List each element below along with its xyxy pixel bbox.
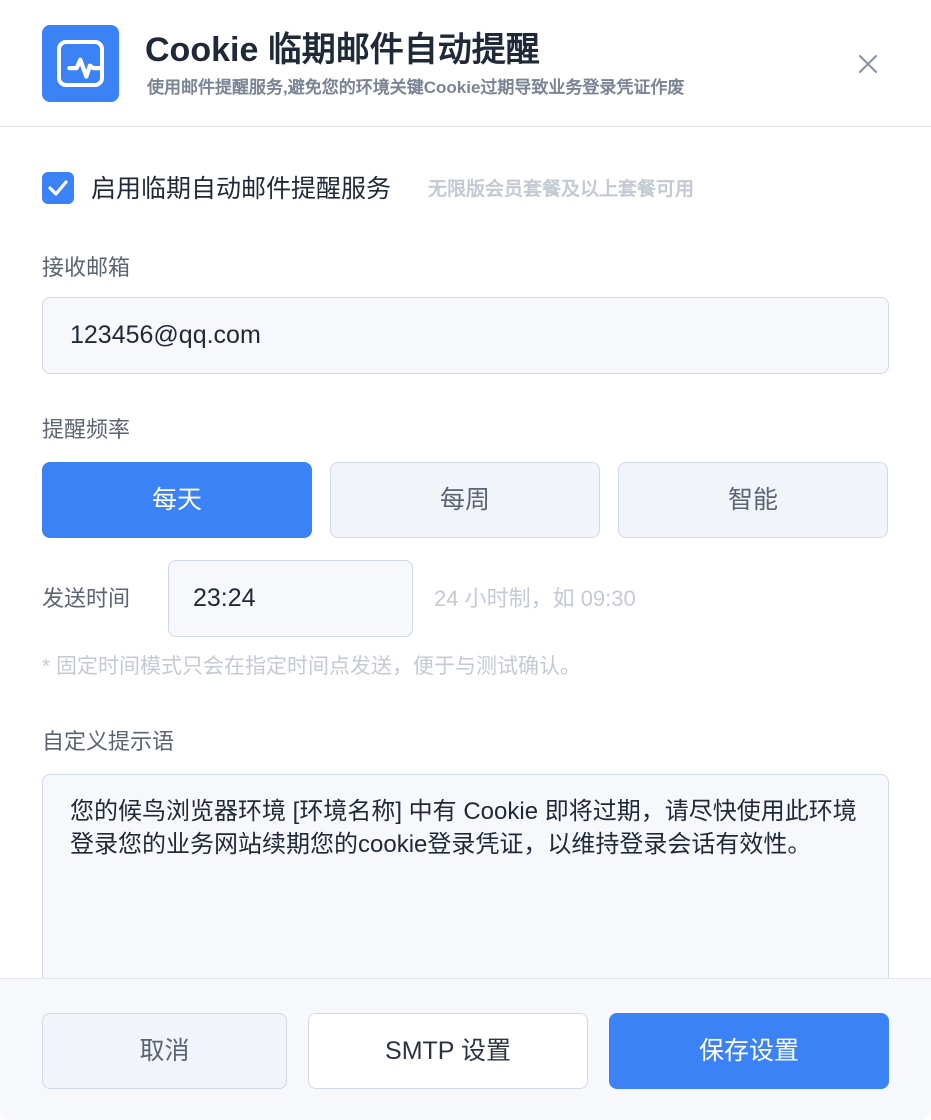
checkmark-icon [48, 180, 68, 196]
send-time-label: 发送时间 [42, 586, 131, 611]
activity-pulse-icon [42, 25, 119, 102]
frequency-option-smart[interactable]: 智能 [618, 462, 888, 538]
save-settings-button[interactable]: 保存设置 [609, 1013, 889, 1089]
smtp-settings-button[interactable]: SMTP 设置 [308, 1013, 588, 1089]
custom-message-textarea[interactable]: 您的候鸟浏览器环境 [环境名称] 中有 Cookie 即将过期，请尽快使用此环境… [42, 774, 889, 1004]
dialog-subtitle: 使用邮件提醒服务,避免您的环境关键Cookie过期导致业务登录凭证作废 [147, 78, 685, 97]
dialog-title: Cookie 临期邮件自动提醒 [145, 31, 540, 69]
frequency-label: 提醒频率 [42, 417, 131, 442]
dialog-header: Cookie 临期邮件自动提醒 使用邮件提醒服务,避免您的环境关键Cookie过… [0, 0, 931, 127]
frequency-option-weekly[interactable]: 每周 [330, 462, 600, 538]
dialog-footer: 取消 SMTP 设置 保存设置 [0, 978, 931, 1120]
plan-availability-hint: 无限版会员套餐及以上套餐可用 [428, 179, 695, 200]
enable-service-row: 启用临期自动邮件提醒服务 无限版会员套餐及以上套餐可用 [42, 172, 902, 206]
send-time-format-hint: 24 小时制，如 09:30 [434, 586, 636, 611]
enable-service-label[interactable]: 启用临期自动邮件提醒服务 [91, 172, 391, 206]
email-field[interactable] [42, 297, 889, 374]
enable-service-checkbox[interactable] [42, 172, 74, 204]
fixed-time-note: * 固定时间模式只会在指定时间点发送，便于与测试确认。 [42, 655, 582, 678]
send-time-field[interactable] [168, 560, 413, 637]
frequency-option-daily[interactable]: 每天 [42, 462, 312, 538]
email-label: 接收邮箱 [42, 255, 131, 280]
close-icon[interactable] [852, 48, 884, 80]
cookie-reminder-dialog: Cookie 临期邮件自动提醒 使用邮件提醒服务,避免您的环境关键Cookie过… [0, 0, 931, 1120]
custom-message-label: 自定义提示语 [42, 729, 175, 754]
cancel-button[interactable]: 取消 [42, 1013, 287, 1089]
